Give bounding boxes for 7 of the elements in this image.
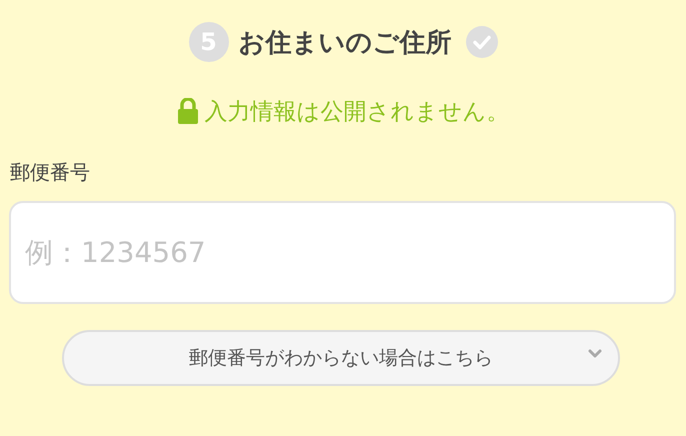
section-title: お住まいのご住所 xyxy=(238,26,452,60)
help-toggle-button[interactable]: 郵便番号がわからない場合はこちら xyxy=(62,330,620,386)
chevron-icon xyxy=(588,349,602,359)
postal-code-field[interactable]: 例：1234567 xyxy=(9,201,676,304)
privacy-note: 入力情報は公開されません。 xyxy=(204,98,510,126)
field-label: 郵便番号 xyxy=(9,159,91,186)
lock-icon xyxy=(176,98,198,124)
